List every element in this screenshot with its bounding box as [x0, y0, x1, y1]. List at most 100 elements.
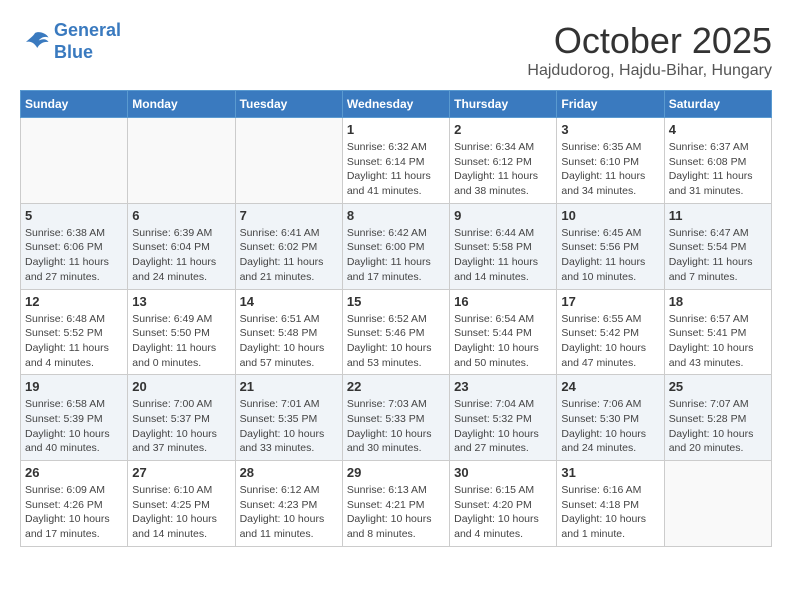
calendar-cell: 2 Sunrise: 6:34 AMSunset: 6:12 PMDaylight… — [450, 118, 557, 204]
calendar-cell: 5 Sunrise: 6:38 AMSunset: 6:06 PMDaylight… — [21, 203, 128, 289]
calendar-cell: 14Sunrise: 6:51 AMSunset: 5:48 PMDayligh… — [235, 289, 342, 375]
calendar-cell: 13 Sunrise: 6:49 AMSunset: 5:50 PMDayligh… — [128, 289, 235, 375]
logo-icon — [20, 27, 50, 57]
day-info: Sunrise: 6:37 AMSunset: 6:08 PMDaylight:… — [669, 140, 767, 199]
day-number: 22 — [347, 379, 445, 394]
day-info: Sunrise: 6:58 AMSunset: 5:39 PMDaylight:… — [25, 397, 123, 456]
day-number: 3 — [561, 122, 659, 137]
day-number: 2 — [454, 122, 552, 137]
calendar-cell: 12 Sunrise: 6:48 AMSunset: 5:52 PMDayligh… — [21, 289, 128, 375]
day-number: 23 — [454, 379, 552, 394]
logo-text: General Blue — [54, 20, 121, 63]
day-info: Sunrise: 7:03 AMSunset: 5:33 PMDaylight:… — [347, 397, 445, 456]
header-cell-sunday: Sunday — [21, 91, 128, 118]
day-number: 6 — [132, 208, 230, 223]
calendar-cell: 28Sunrise: 6:12 AMSunset: 4:23 PMDayligh… — [235, 461, 342, 547]
day-info: Sunrise: 6:15 AMSunset: 4:20 PMDaylight:… — [454, 483, 552, 542]
day-number: 4 — [669, 122, 767, 137]
calendar-cell: 26 Sunrise: 6:09 AMSunset: 4:26 PMDayligh… — [21, 461, 128, 547]
day-info: Sunrise: 7:06 AMSunset: 5:30 PMDaylight:… — [561, 397, 659, 456]
day-number: 8 — [347, 208, 445, 223]
day-info: Sunrise: 6:47 AMSunset: 5:54 PMDaylight:… — [669, 226, 767, 285]
day-number: 24 — [561, 379, 659, 394]
header-row: SundayMondayTuesdayWednesdayThursdayFrid… — [21, 91, 772, 118]
day-info: Sunrise: 6:42 AMSunset: 6:00 PMDaylight:… — [347, 226, 445, 285]
calendar-cell: 24 Sunrise: 7:06 AMSunset: 5:30 PMDayligh… — [557, 375, 664, 461]
day-number: 30 — [454, 465, 552, 480]
calendar-cell — [128, 118, 235, 204]
day-number: 11 — [669, 208, 767, 223]
day-number: 19 — [25, 379, 123, 394]
day-number: 21 — [240, 379, 338, 394]
calendar-cell: 30 Sunrise: 6:15 AMSunset: 4:20 PMDayligh… — [450, 461, 557, 547]
calendar-cell: 31 Sunrise: 6:16 AMSunset: 4:18 PMDayligh… — [557, 461, 664, 547]
day-info: Sunrise: 6:55 AMSunset: 5:42 PMDaylight:… — [561, 312, 659, 371]
day-info: Sunrise: 6:45 AMSunset: 5:56 PMDaylight:… — [561, 226, 659, 285]
calendar-cell: 3Sunrise: 6:35 AMSunset: 6:10 PMDaylight… — [557, 118, 664, 204]
header-cell-monday: Monday — [128, 91, 235, 118]
day-info: Sunrise: 6:49 AMSunset: 5:50 PMDaylight:… — [132, 312, 230, 371]
calendar-cell: 10 Sunrise: 6:45 AMSunset: 5:56 PMDayligh… — [557, 203, 664, 289]
calendar-cell: 23 Sunrise: 7:04 AMSunset: 5:32 PMDayligh… — [450, 375, 557, 461]
day-info: Sunrise: 6:09 AMSunset: 4:26 PMDaylight:… — [25, 483, 123, 542]
day-info: Sunrise: 6:13 AMSunset: 4:21 PMDaylight:… — [347, 483, 445, 542]
day-number: 13 — [132, 294, 230, 309]
calendar-cell: 29 Sunrise: 6:13 AMSunset: 4:21 PMDayligh… — [342, 461, 449, 547]
day-number: 12 — [25, 294, 123, 309]
calendar-cell: 20 Sunrise: 7:00 AMSunset: 5:37 PMDayligh… — [128, 375, 235, 461]
calendar-cell: 27Sunrise: 6:10 AMSunset: 4:25 PMDayligh… — [128, 461, 235, 547]
day-number: 15 — [347, 294, 445, 309]
title-area: October 2025 Hajdudorog, Hajdu-Bihar, Hu… — [527, 20, 772, 80]
day-info: Sunrise: 6:41 AMSunset: 6:02 PMDaylight:… — [240, 226, 338, 285]
day-number: 31 — [561, 465, 659, 480]
day-info: Sunrise: 6:34 AMSunset: 6:12 PMDaylight:… — [454, 140, 552, 199]
calendar-cell: 25 Sunrise: 7:07 AMSunset: 5:28 PMDayligh… — [664, 375, 771, 461]
calendar-week-row: 5 Sunrise: 6:38 AMSunset: 6:06 PMDaylight… — [21, 203, 772, 289]
day-info: Sunrise: 6:48 AMSunset: 5:52 PMDaylight:… — [25, 312, 123, 371]
day-info: Sunrise: 7:04 AMSunset: 5:32 PMDaylight:… — [454, 397, 552, 456]
day-number: 5 — [25, 208, 123, 223]
calendar-week-row: 19 Sunrise: 6:58 AMSunset: 5:39 PMDayligh… — [21, 375, 772, 461]
day-info: Sunrise: 6:57 AMSunset: 5:41 PMDaylight:… — [669, 312, 767, 371]
day-number: 17 — [561, 294, 659, 309]
day-info: Sunrise: 6:52 AMSunset: 5:46 PMDaylight:… — [347, 312, 445, 371]
calendar-cell: 8 Sunrise: 6:42 AMSunset: 6:00 PMDaylight… — [342, 203, 449, 289]
page-header: General Blue October 2025 Hajdudorog, Ha… — [20, 20, 772, 80]
day-number: 9 — [454, 208, 552, 223]
calendar-cell: 6 Sunrise: 6:39 AMSunset: 6:04 PMDaylight… — [128, 203, 235, 289]
day-info: Sunrise: 6:54 AMSunset: 5:44 PMDaylight:… — [454, 312, 552, 371]
day-number: 7 — [240, 208, 338, 223]
header-cell-friday: Friday — [557, 91, 664, 118]
calendar-cell: 19 Sunrise: 6:58 AMSunset: 5:39 PMDayligh… — [21, 375, 128, 461]
header-cell-saturday: Saturday — [664, 91, 771, 118]
day-number: 20 — [132, 379, 230, 394]
day-number: 18 — [669, 294, 767, 309]
day-info: Sunrise: 6:38 AMSunset: 6:06 PMDaylight:… — [25, 226, 123, 285]
calendar-week-row: 12 Sunrise: 6:48 AMSunset: 5:52 PMDayligh… — [21, 289, 772, 375]
calendar-cell: 21 Sunrise: 7:01 AMSunset: 5:35 PMDayligh… — [235, 375, 342, 461]
day-info: Sunrise: 7:01 AMSunset: 5:35 PMDaylight:… — [240, 397, 338, 456]
day-number: 29 — [347, 465, 445, 480]
day-info: Sunrise: 7:07 AMSunset: 5:28 PMDaylight:… — [669, 397, 767, 456]
day-info: Sunrise: 6:39 AMSunset: 6:04 PMDaylight:… — [132, 226, 230, 285]
day-number: 16 — [454, 294, 552, 309]
day-number: 25 — [669, 379, 767, 394]
header-cell-tuesday: Tuesday — [235, 91, 342, 118]
calendar-cell: 4 Sunrise: 6:37 AMSunset: 6:08 PMDaylight… — [664, 118, 771, 204]
day-number: 27 — [132, 465, 230, 480]
day-info: Sunrise: 7:00 AMSunset: 5:37 PMDaylight:… — [132, 397, 230, 456]
calendar-cell: 1Sunrise: 6:32 AMSunset: 6:14 PMDaylight… — [342, 118, 449, 204]
calendar-cell: 11 Sunrise: 6:47 AMSunset: 5:54 PMDayligh… — [664, 203, 771, 289]
day-number: 10 — [561, 208, 659, 223]
day-number: 26 — [25, 465, 123, 480]
calendar-cell: 22 Sunrise: 7:03 AMSunset: 5:33 PMDayligh… — [342, 375, 449, 461]
header-cell-wednesday: Wednesday — [342, 91, 449, 118]
header-cell-thursday: Thursday — [450, 91, 557, 118]
calendar-table: SundayMondayTuesdayWednesdayThursdayFrid… — [20, 90, 772, 547]
month-title: October 2025 — [527, 20, 772, 62]
day-info: Sunrise: 6:16 AMSunset: 4:18 PMDaylight:… — [561, 483, 659, 542]
calendar-cell — [21, 118, 128, 204]
day-info: Sunrise: 6:44 AMSunset: 5:58 PMDaylight:… — [454, 226, 552, 285]
calendar-week-row: 26 Sunrise: 6:09 AMSunset: 4:26 PMDayligh… — [21, 461, 772, 547]
calendar-cell — [664, 461, 771, 547]
